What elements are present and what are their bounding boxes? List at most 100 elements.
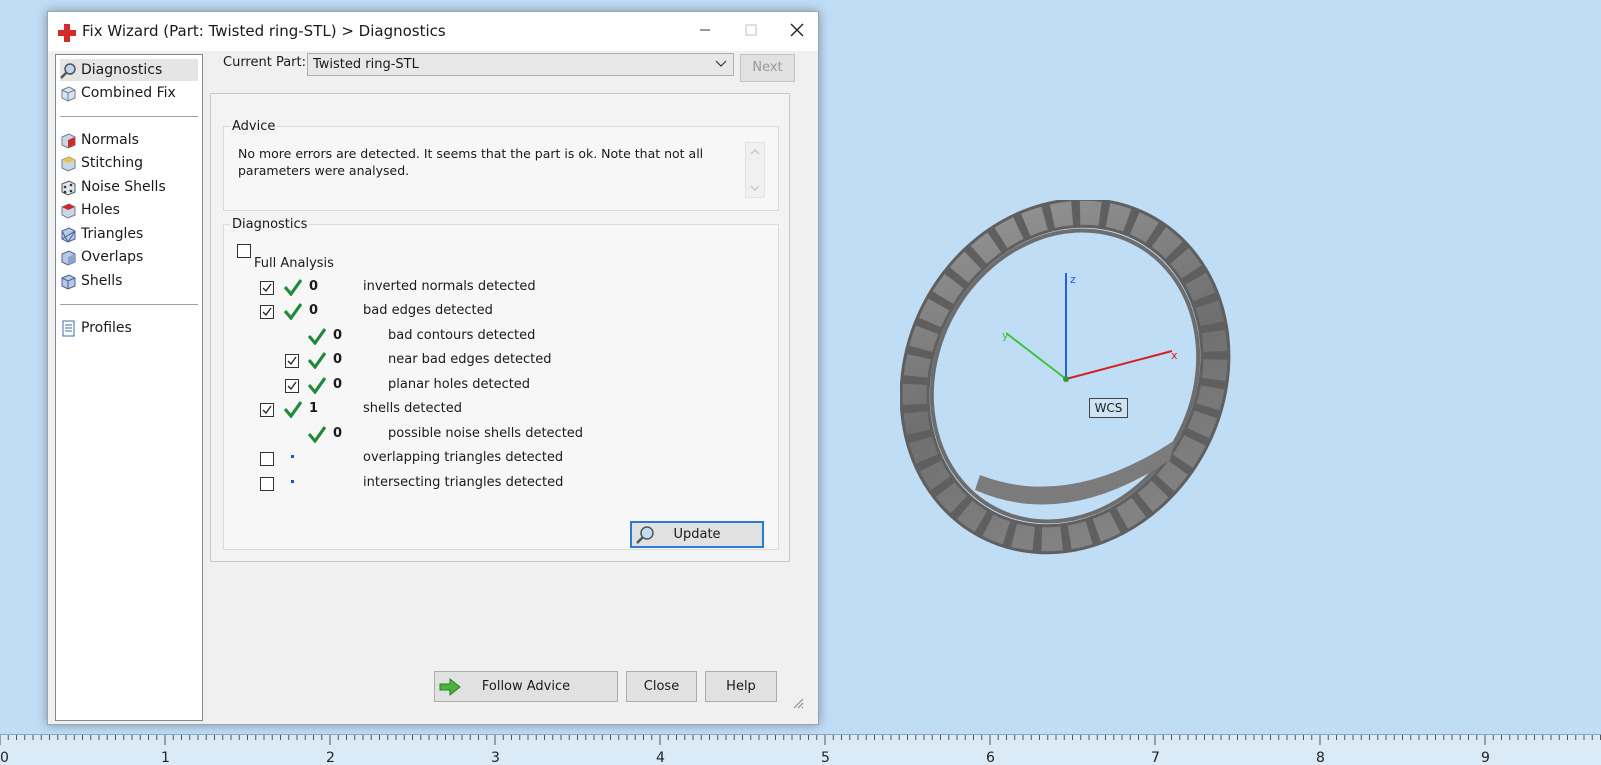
diagnostic-checkbox[interactable] <box>285 354 299 368</box>
green-check-icon <box>283 401 303 419</box>
ruler-number: 9 <box>1481 750 1490 765</box>
green-check-icon <box>307 352 327 370</box>
ruler-number: 3 <box>491 750 500 765</box>
diagnostic-count: 0 <box>309 303 319 318</box>
current-part-label: Current Part: <box>223 55 307 70</box>
nav-label: Shells <box>81 273 123 289</box>
ruler-number: 2 <box>326 750 335 765</box>
magnifier-icon <box>636 526 654 544</box>
stitching-cube-icon <box>61 155 76 172</box>
diagnostic-count: 1 <box>309 401 319 416</box>
nav-label: Profiles <box>81 320 132 336</box>
chevron-down-icon <box>715 60 727 67</box>
ruler-number: 7 <box>1151 750 1160 765</box>
nav-item-diagnostics[interactable]: Diagnostics <box>60 59 198 81</box>
follow-advice-button[interactable]: Follow Advice <box>434 671 618 702</box>
diagnostic-count: 0 <box>333 352 343 367</box>
ruler-number: 4 <box>656 750 665 765</box>
green-check-icon <box>307 377 327 395</box>
wcs-axes: z y x <box>1002 273 1178 382</box>
ruler-number: 1 <box>161 750 170 765</box>
ruler-number: 8 <box>1316 750 1325 765</box>
nav-item-noise-shells[interactable]: Noise Shells <box>60 176 198 198</box>
advice-text: No more errors are detected. It seems th… <box>238 146 704 178</box>
nav-label: Diagnostics <box>81 62 163 78</box>
diagnostic-checkbox[interactable] <box>285 379 299 393</box>
diagnostic-label: inverted normals detected <box>363 279 536 294</box>
diagnostic-checkbox[interactable] <box>260 403 274 417</box>
diagnostic-label: shells detected <box>363 401 462 416</box>
diagnostic-label: intersecting triangles detected <box>363 475 564 490</box>
red-cross-icon <box>58 24 76 42</box>
bottom-ruler: 0 1 2 3 4 5 6 7 8 9 <box>0 734 1601 765</box>
advice-scrollbar[interactable] <box>745 142 765 198</box>
nav-label: Triangles <box>81 226 144 242</box>
diagnostic-count: 0 <box>333 377 343 392</box>
nav-item-profiles[interactable]: Profiles <box>60 317 198 339</box>
document-icon <box>62 320 75 336</box>
ruler-number: 0 <box>0 750 9 765</box>
nav-item-triangles[interactable]: Triangles <box>60 223 198 245</box>
nav-item-overlaps[interactable]: Overlaps <box>60 246 198 268</box>
update-label: Update <box>673 527 721 542</box>
nav-label: Noise Shells <box>81 179 166 195</box>
pending-dot-icon <box>291 480 294 483</box>
close-window-button[interactable] <box>774 12 820 51</box>
ruler-number: 6 <box>986 750 995 765</box>
minimize-button[interactable] <box>682 12 728 51</box>
diagnostic-checkbox[interactable] <box>260 305 274 319</box>
title-bar[interactable]: Fix Wizard (Part: Twisted ring-STL) > Di… <box>48 12 818 51</box>
overlaps-cube-icon <box>61 249 76 266</box>
window-title: Fix Wizard (Part: Twisted ring-STL) > Di… <box>82 22 446 40</box>
diagnostic-checkbox[interactable] <box>260 452 274 466</box>
nav-label: Stitching <box>81 155 143 171</box>
wcs-label: WCS <box>1089 398 1128 418</box>
z-axis-label: z <box>1070 273 1076 286</box>
nav-label: Overlaps <box>81 249 144 265</box>
nav-item-combined-fix[interactable]: Combined Fix <box>60 82 198 104</box>
help-button[interactable]: Help <box>705 671 777 702</box>
close-button[interactable]: Close <box>626 671 697 702</box>
cube-icon <box>61 85 76 102</box>
green-arrow-icon <box>439 677 461 697</box>
current-part-value: Twisted ring-STL <box>313 57 419 72</box>
maximize-button[interactable] <box>728 12 774 51</box>
magnifier-icon <box>60 62 76 79</box>
fix-wizard-dialog: Fix Wizard (Part: Twisted ring-STL) > Di… <box>47 11 819 725</box>
diagnostic-label: bad contours detected <box>388 328 536 343</box>
update-button[interactable]: Update <box>630 521 764 548</box>
nav-label: Normals <box>81 132 139 148</box>
holes-cube-icon <box>61 202 76 219</box>
ruler-number: 5 <box>821 750 830 765</box>
shells-cube-icon <box>61 273 76 290</box>
nav-item-shells[interactable]: Shells <box>60 270 198 292</box>
pending-dot-icon <box>291 455 294 458</box>
resize-grip-icon[interactable] <box>790 695 804 709</box>
nav-item-stitching[interactable]: Stitching <box>60 152 198 174</box>
follow-advice-label: Follow Advice <box>481 679 571 694</box>
current-part-select[interactable]: Twisted ring-STL <box>307 53 734 76</box>
diagnostic-label: possible noise shells detected <box>388 426 584 441</box>
diagnostic-count: 0 <box>333 328 343 343</box>
diagnostic-count: 0 <box>309 279 319 294</box>
diagnostic-checkbox[interactable] <box>260 477 274 491</box>
noise-shells-icon <box>61 179 76 196</box>
diagnostic-label: planar holes detected <box>388 377 531 392</box>
nav-item-holes[interactable]: Holes <box>60 199 198 221</box>
x-axis-label: x <box>1171 349 1178 362</box>
green-check-icon <box>283 279 303 297</box>
nav-item-normals[interactable]: Normals <box>60 129 198 151</box>
nav-divider <box>60 304 198 305</box>
green-check-icon <box>283 303 303 321</box>
y-axis-label: y <box>1002 329 1009 342</box>
diagnostic-label: overlapping triangles detected <box>363 450 564 465</box>
green-check-icon <box>307 328 327 346</box>
normals-cube-icon <box>61 132 76 149</box>
diagnostic-checkbox[interactable] <box>260 281 274 295</box>
triangles-cube-icon <box>61 226 76 243</box>
advice-title: Advice <box>230 119 278 134</box>
full-analysis-checkbox[interactable] <box>237 244 251 258</box>
diagnostic-count: 0 <box>333 426 343 441</box>
diagnostic-label: near bad edges detected <box>388 352 552 367</box>
next-button[interactable]: Next <box>740 54 795 82</box>
